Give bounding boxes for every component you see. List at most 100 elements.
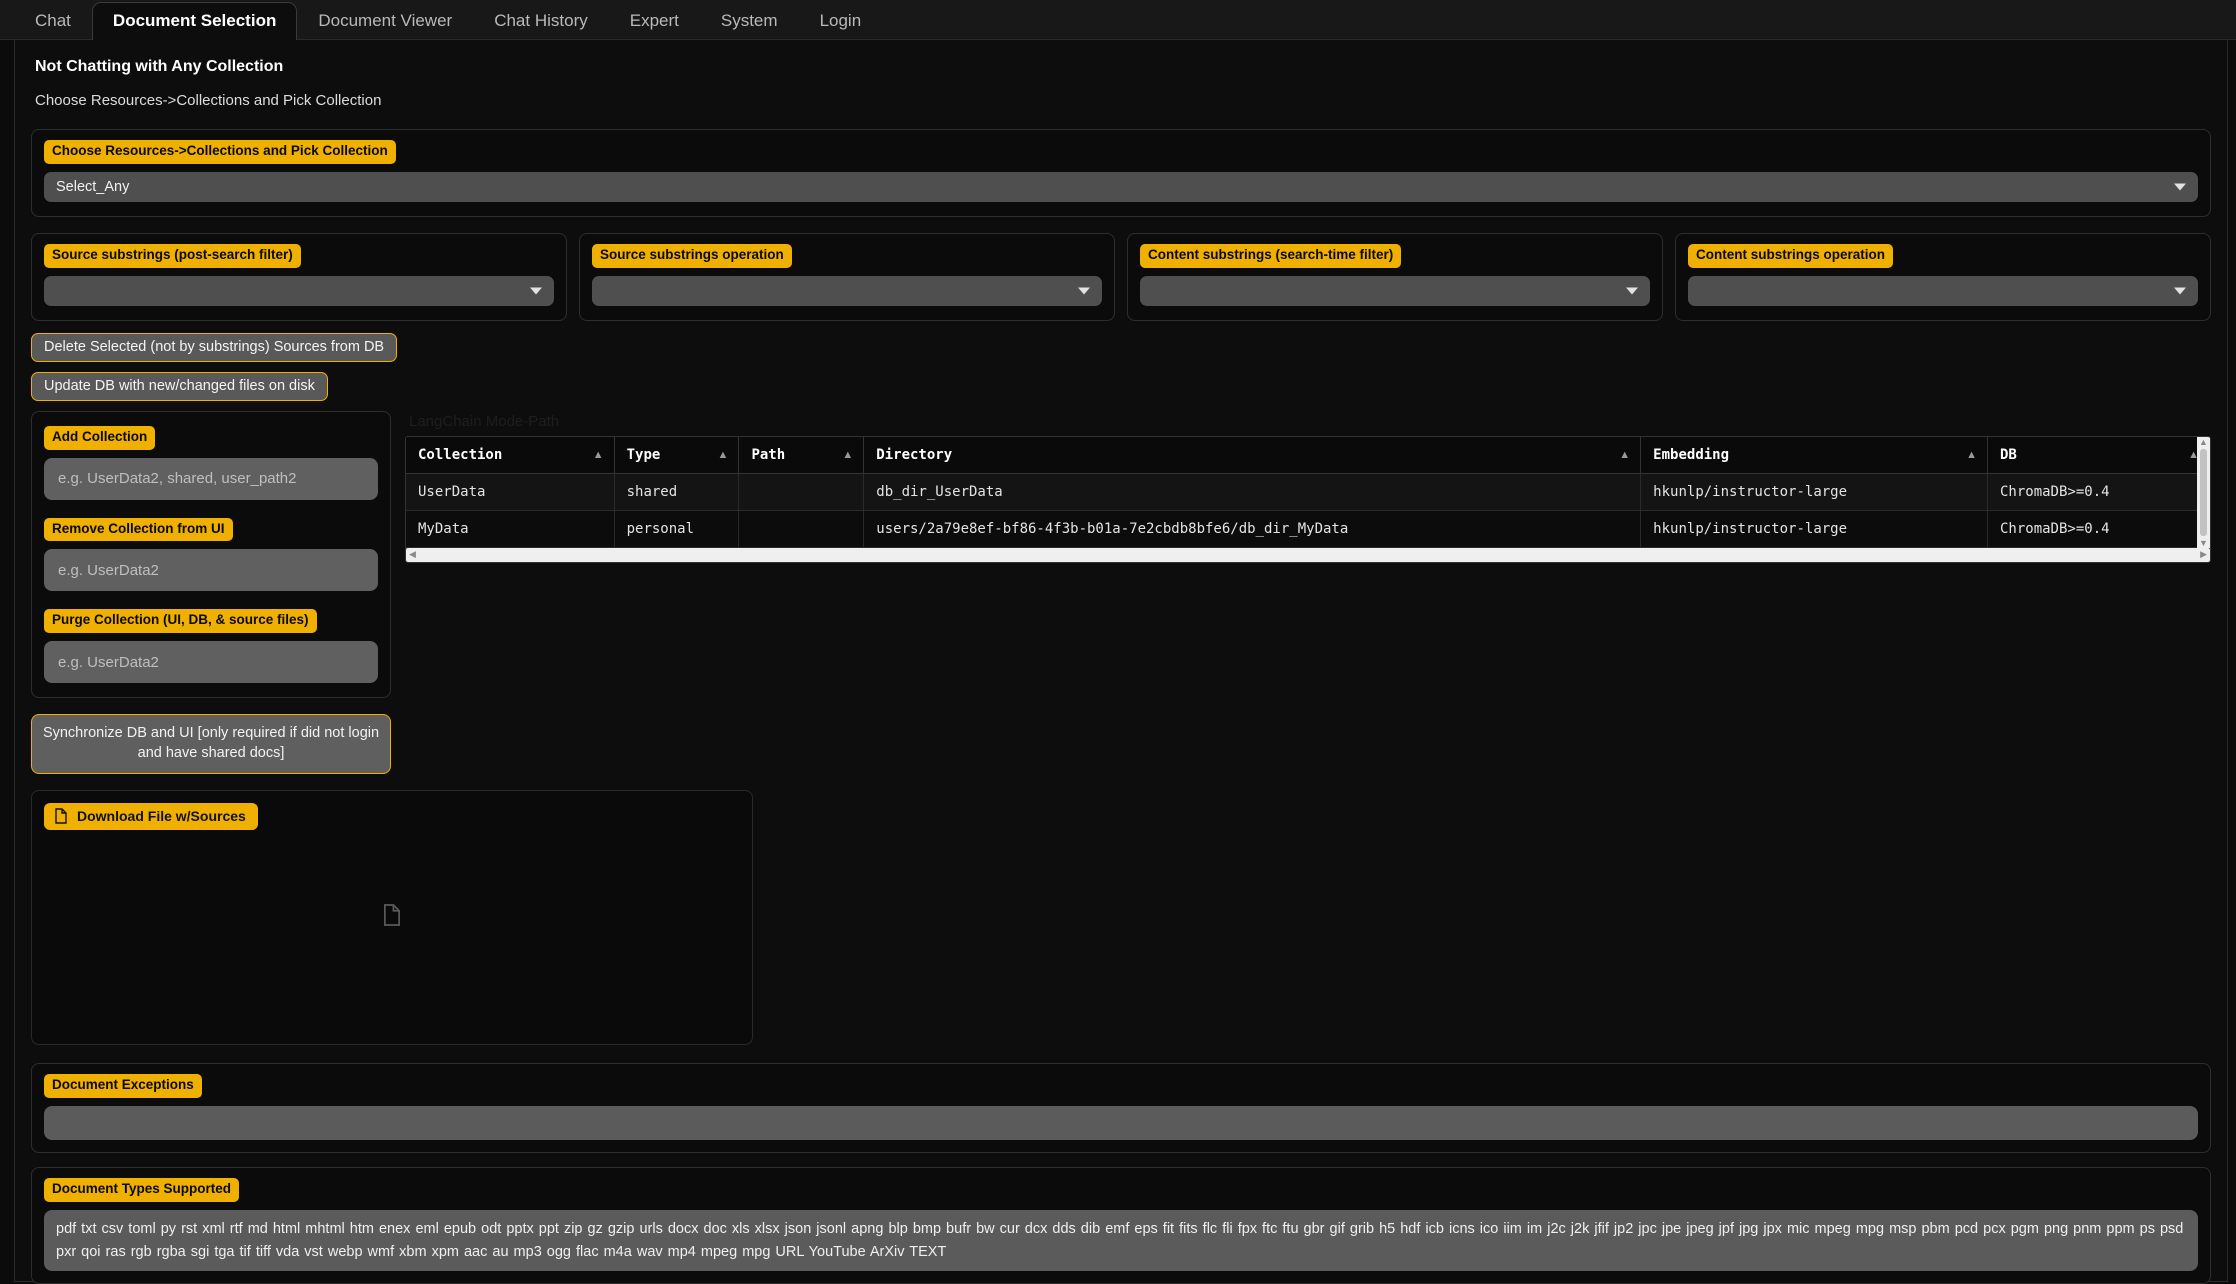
source-substrings-operation-label: Source substrings operation [592, 244, 792, 268]
content-substrings-filter-input[interactable] [1140, 276, 1650, 306]
collection-select-value: Select_Any [56, 179, 129, 195]
sort-ascending-icon[interactable]: ▲ [593, 449, 604, 461]
column-header-label: Directory [876, 447, 952, 463]
purge-collection-label: Purge Collection (UI, DB, & source files… [44, 609, 317, 633]
collection-management-panel: Add Collection e.g. UserData2, shared, u… [31, 411, 391, 699]
content-substrings-operation-panel: Content substrings operation [1675, 233, 2211, 321]
file-icon [382, 903, 402, 932]
tab-document-viewer[interactable]: Document Viewer [297, 2, 473, 40]
cell-directory[interactable]: users/2a79e8ef-bf86-4f3b-b01a-7e2cbdb8bf… [864, 510, 1641, 547]
document-types-supported-label: Document Types Supported [44, 1178, 239, 1202]
cell-type[interactable]: shared [614, 473, 739, 510]
column-header-label: Embedding [1653, 447, 1729, 463]
column-header-type[interactable]: Type ▲ [614, 437, 739, 474]
column-header-embedding[interactable]: Embedding ▲ [1641, 437, 1988, 474]
cell-directory[interactable]: db_dir_UserData [864, 473, 1641, 510]
cell-db[interactable]: ChromaDB>=0.4 [1987, 473, 2209, 510]
scroll-up-icon[interactable]: ▲ [2199, 437, 2208, 447]
sort-ascending-icon[interactable]: ▲ [1966, 449, 1977, 461]
document-types-supported-field[interactable]: pdf txt csv toml py rst xml rtf md html … [44, 1210, 2198, 1271]
add-collection-placeholder: e.g. UserData2, shared, user_path2 [58, 470, 296, 487]
table-row[interactable]: UserData shared db_dir_UserData hkunlp/i… [406, 473, 2210, 510]
collection-picker-label: Choose Resources->Collections and Pick C… [44, 140, 396, 164]
table-row[interactable]: MyData personal users/2a79e8ef-bf86-4f3b… [406, 510, 2210, 547]
scroll-down-icon[interactable]: ▼ [2199, 538, 2208, 548]
table-caption: LangChain Mode-Path [409, 413, 2211, 430]
vertical-scroll-thumb[interactable] [2200, 449, 2207, 536]
document-selection-page: Not Chatting with Any Collection Choose … [14, 40, 2228, 1282]
collections-table: Collection ▲ Type ▲ Path ▲ Directory ▲ Embed… [406, 437, 2210, 548]
source-substrings-filter-input[interactable] [44, 276, 554, 306]
content-substrings-operation-label: Content substrings operation [1688, 244, 1893, 268]
bottom-panels: Document Exceptions Document Types Suppo… [31, 1063, 2211, 1284]
remove-collection-input[interactable]: e.g. UserData2 [44, 549, 378, 591]
table-header-row: Collection ▲ Type ▲ Path ▲ Directory ▲ Embed… [406, 437, 2210, 474]
download-file-panel: Download File w/Sources [31, 790, 753, 1045]
collection-management-column: Add Collection e.g. UserData2, shared, u… [31, 411, 391, 775]
table-horizontal-scrollbar[interactable]: ◀ ▶ [406, 548, 2210, 562]
document-exceptions-field[interactable] [44, 1106, 2198, 1140]
page-subtitle: Choose Resources->Collections and Pick C… [35, 92, 2211, 109]
sort-ascending-icon[interactable]: ▲ [1619, 449, 1630, 461]
column-header-directory[interactable]: Directory ▲ [864, 437, 1641, 474]
chevron-down-icon [2174, 287, 2186, 294]
purge-collection-placeholder: e.g. UserData2 [58, 654, 159, 671]
download-file-button[interactable]: Download File w/Sources [44, 803, 258, 830]
cell-collection[interactable]: UserData [406, 473, 614, 510]
sort-ascending-icon[interactable]: ▲ [718, 449, 729, 461]
chevron-down-icon [530, 287, 542, 294]
remove-collection-placeholder: e.g. UserData2 [58, 562, 159, 579]
column-header-label: Type [627, 447, 661, 463]
tab-chat[interactable]: Chat [14, 2, 92, 40]
cell-type[interactable]: personal [614, 510, 739, 547]
tab-bar: Chat Document Selection Document Viewer … [0, 0, 2236, 40]
content-substrings-filter-label: Content substrings (search-time filter) [1140, 244, 1401, 268]
add-collection-label: Add Collection [44, 426, 155, 450]
tab-login[interactable]: Login [799, 2, 883, 40]
tab-expert[interactable]: Expert [609, 2, 700, 40]
sort-ascending-icon[interactable]: ▲ [842, 449, 853, 461]
download-file-label: Download File w/Sources [77, 808, 246, 824]
collection-picker-panel: Choose Resources->Collections and Pick C… [31, 129, 2211, 217]
table-vertical-scrollbar[interactable]: ▲ ▼ [2197, 437, 2210, 548]
cell-embedding[interactable]: hkunlp/instructor-large [1641, 510, 1988, 547]
delete-selected-sources-button[interactable]: Delete Selected (not by substrings) Sour… [31, 333, 397, 362]
source-substrings-filter-panel: Source substrings (post-search filter) [31, 233, 567, 321]
column-header-label: DB [2000, 447, 2017, 463]
db-actions: Delete Selected (not by substrings) Sour… [31, 333, 2211, 401]
column-header-label: Path [751, 447, 785, 463]
cell-path[interactable] [739, 510, 864, 547]
column-header-collection[interactable]: Collection ▲ [406, 437, 614, 474]
tab-chat-history[interactable]: Chat History [473, 2, 609, 40]
cell-path[interactable] [739, 473, 864, 510]
file-icon [54, 808, 68, 824]
document-exceptions-panel: Document Exceptions [31, 1063, 2211, 1153]
document-exceptions-label: Document Exceptions [44, 1074, 202, 1098]
chevron-down-icon [2174, 183, 2186, 190]
page-title: Not Chatting with Any Collection [35, 58, 2211, 76]
column-header-db[interactable]: DB ▲ [1987, 437, 2209, 474]
source-substrings-operation-panel: Source substrings operation [579, 233, 1115, 321]
source-substrings-operation-select[interactable] [592, 276, 1102, 306]
cell-db[interactable]: ChromaDB>=0.4 [1987, 510, 2209, 547]
add-collection-input[interactable]: e.g. UserData2, shared, user_path2 [44, 458, 378, 500]
content-substrings-operation-select[interactable] [1688, 276, 2198, 306]
filters-row: Source substrings (post-search filter) S… [31, 233, 2211, 321]
scroll-left-icon[interactable]: ◀ [409, 549, 416, 560]
document-types-supported-panel: Document Types Supported pdf txt csv tom… [31, 1167, 2211, 1284]
collection-select[interactable]: Select_Any [44, 172, 2198, 202]
column-header-path[interactable]: Path ▲ [739, 437, 864, 474]
scroll-right-icon[interactable]: ▶ [2200, 549, 2207, 560]
update-db-button[interactable]: Update DB with new/changed files on disk [31, 372, 328, 401]
tab-system[interactable]: System [700, 2, 799, 40]
source-substrings-filter-label: Source substrings (post-search filter) [44, 244, 301, 268]
chevron-down-icon [1078, 287, 1090, 294]
collections-table-column: LangChain Mode-Path Collection ▲ Type ▲ Pa… [405, 411, 2211, 563]
cell-embedding[interactable]: hkunlp/instructor-large [1641, 473, 1988, 510]
cell-collection[interactable]: MyData [406, 510, 614, 547]
tab-document-selection[interactable]: Document Selection [92, 2, 297, 40]
column-header-label: Collection [418, 447, 502, 463]
content-substrings-filter-panel: Content substrings (search-time filter) [1127, 233, 1663, 321]
synchronize-db-ui-button[interactable]: Synchronize DB and UI [only required if … [31, 714, 391, 774]
purge-collection-input[interactable]: e.g. UserData2 [44, 641, 378, 683]
